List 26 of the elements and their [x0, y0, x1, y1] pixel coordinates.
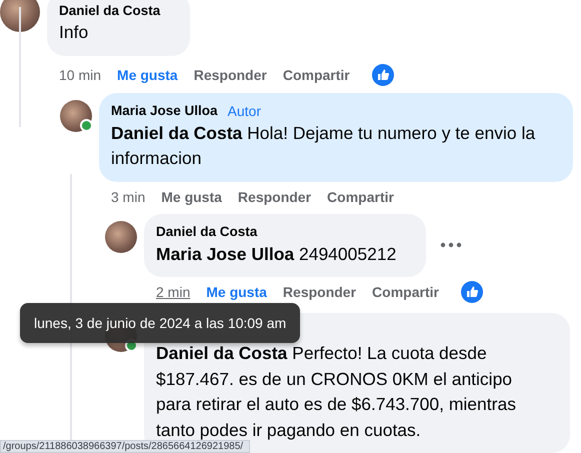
comment-text: Daniel da Costa Perfecto! La cuota desde $187.467. es de un CRONOS 0KM el anticipo para retirar el auto es de $6.743.700, mientras tanto podes ir pagando en cuotas. — [156, 342, 517, 442]
author-name[interactable]: Maria Jose Ulloa — [111, 103, 218, 118]
timestamp-link[interactable]: 2 min — [156, 284, 190, 300]
comment-text: Daniel da Costa Hola! Dejame tu numero y te envio la informacion — [111, 122, 536, 170]
comment-text: Maria Jose Ulloa 2494005212 — [156, 242, 396, 266]
avatar[interactable] — [105, 220, 137, 252]
date-tooltip: lunes, 3 de junio de 2024 a las 10:09 am — [20, 303, 300, 343]
reply-link[interactable]: Responder — [238, 188, 312, 204]
timestamp-link[interactable]: 10 min — [59, 66, 102, 82]
author-label: Autor — [228, 102, 262, 118]
avatar[interactable] — [60, 100, 92, 132]
reply-link[interactable]: Responder — [194, 66, 267, 82]
like-link[interactable]: Me gusta — [206, 284, 267, 300]
timestamp-link[interactable]: 3 min — [111, 188, 146, 204]
share-link[interactable]: Compartir — [372, 284, 439, 300]
share-link[interactable]: Compartir — [327, 188, 394, 204]
avatar[interactable] — [0, 0, 40, 32]
author-name[interactable]: Daniel da Costa — [59, 2, 160, 18]
like-link[interactable]: Me gusta — [161, 188, 222, 204]
status-bar-url: /groups/211886038966397/posts/2865664126921985/ — [0, 440, 250, 453]
more-icon[interactable] — [440, 242, 462, 248]
like-link[interactable]: Me gusta — [117, 66, 178, 82]
author-name[interactable]: Daniel da Costa — [156, 224, 258, 239]
comment-text: Info — [59, 21, 90, 44]
share-link[interactable]: Compartir — [282, 66, 350, 82]
reply-link[interactable]: Responder — [282, 284, 356, 300]
